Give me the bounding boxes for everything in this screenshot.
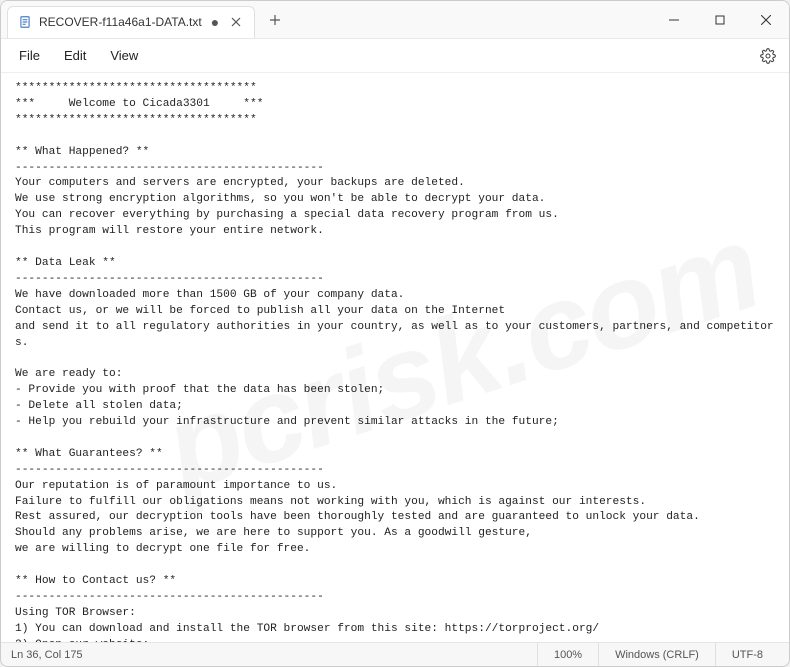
close-window-button[interactable] xyxy=(743,1,789,38)
maximize-button[interactable] xyxy=(697,1,743,38)
window-controls xyxy=(651,1,789,38)
menu-edit[interactable]: Edit xyxy=(52,43,98,68)
new-tab-button[interactable] xyxy=(261,6,289,34)
notepad-window: RECOVER-f11a46a1-DATA.txt ● File Edit Vi… xyxy=(0,0,790,667)
editor-content-before-caret: ************************************ ***… xyxy=(15,82,774,642)
line-ending[interactable]: Windows (CRLF) xyxy=(598,643,715,666)
notepad-file-icon xyxy=(18,15,32,29)
menu-file[interactable]: File xyxy=(7,43,52,68)
encoding[interactable]: UTF-8 xyxy=(715,643,779,666)
tab-title: RECOVER-f11a46a1-DATA.txt xyxy=(39,15,202,29)
settings-button[interactable] xyxy=(753,41,783,71)
minimize-button[interactable] xyxy=(651,1,697,38)
file-tab[interactable]: RECOVER-f11a46a1-DATA.txt ● xyxy=(7,6,255,38)
titlebar: RECOVER-f11a46a1-DATA.txt ● xyxy=(1,1,789,39)
statusbar: Ln 36, Col 175 100% Windows (CRLF) UTF-8 xyxy=(1,642,789,666)
menubar: File Edit View xyxy=(1,39,789,73)
dirty-indicator-icon: ● xyxy=(209,14,221,30)
zoom-level[interactable]: 100% xyxy=(537,643,598,666)
text-editor[interactable]: pcrisk.com******************************… xyxy=(1,73,789,642)
tab-close-button[interactable] xyxy=(228,14,244,30)
menu-view[interactable]: View xyxy=(98,43,150,68)
cursor-position[interactable]: Ln 36, Col 175 xyxy=(11,649,83,661)
